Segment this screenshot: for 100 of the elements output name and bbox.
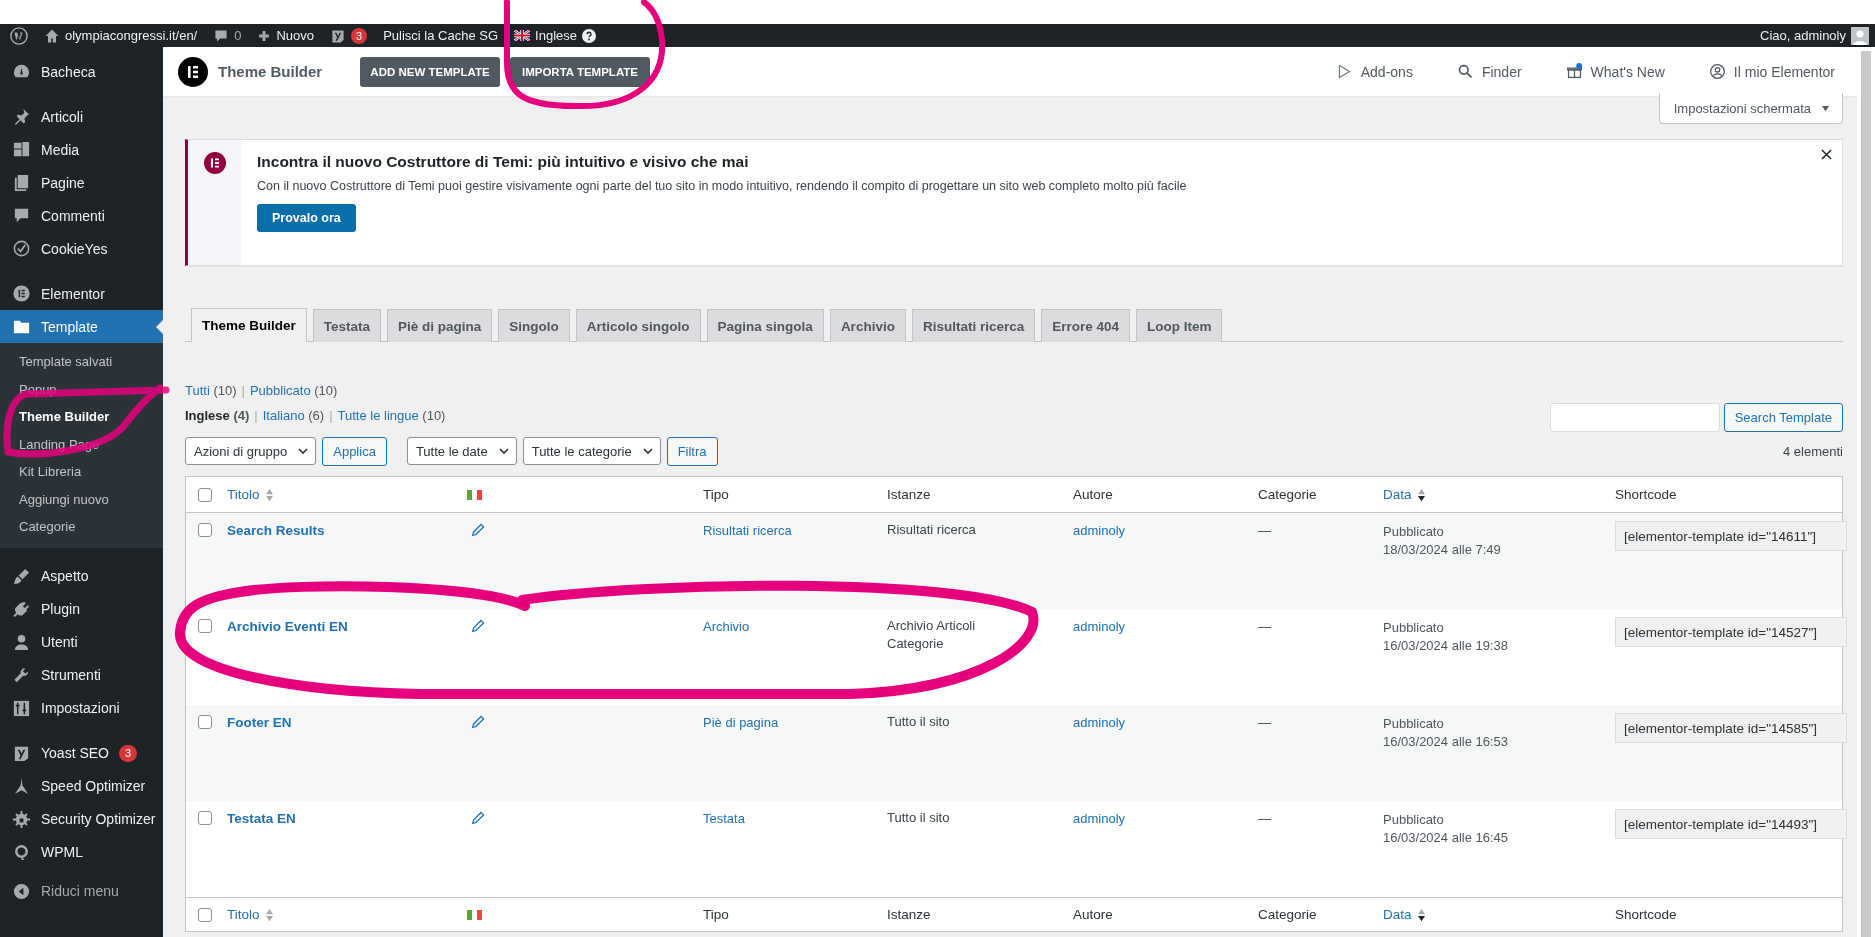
tab[interactable]: Piè di pagina [387, 309, 493, 342]
checkbox[interactable] [198, 715, 212, 729]
comment-count[interactable]: 0 [234, 28, 242, 43]
sidebar-menu-item[interactable]: Yoast SEO 3 [0, 736, 163, 770]
pencil-icon[interactable] [471, 523, 485, 537]
try-now-button[interactable]: Provalo ora [257, 204, 356, 232]
sidebar-menu-item[interactable]: Security Optimizer [0, 802, 163, 836]
chevron-down-icon [641, 445, 654, 457]
sidebar-menu-item[interactable]: Impostazioni [0, 691, 163, 725]
tab[interactable]: Pagina singola [706, 309, 824, 342]
type-link[interactable]: Risultati ricerca [703, 523, 792, 538]
pencil-icon[interactable] [471, 811, 485, 825]
tab[interactable]: Testata [312, 309, 382, 342]
submenu-item[interactable]: Theme Builder [0, 403, 163, 431]
submenu-item[interactable]: Aggiungi nuovo [0, 485, 163, 513]
new-link[interactable]: Nuovo [276, 28, 315, 43]
author-link[interactable]: adminoly [1073, 715, 1126, 730]
submenu-item[interactable]: Kit Libreria [0, 458, 163, 486]
header-button[interactable]: ADD NEW TEMPLATE [360, 56, 500, 87]
column-header[interactable]: Titolo [227, 907, 260, 922]
shortcode-field[interactable]: [elementor-template id="14585"] [1615, 713, 1847, 743]
dropdown[interactable]: Azioni di gruppo [185, 437, 317, 465]
submenu-item[interactable]: Categorie [0, 513, 163, 541]
sidebar-menu-item[interactable]: Bacheca [0, 55, 163, 88]
search-button[interactable]: Search Template [1723, 403, 1843, 432]
sidebar-menu-item[interactable]: Articoli [0, 100, 163, 133]
sidebar-menu-item[interactable]: Commenti [0, 199, 163, 232]
sidebar-menu-item[interactable]: Aspetto [0, 559, 163, 593]
dropdown[interactable]: Tutte le date [406, 437, 517, 465]
template-title-link[interactable]: Testata EN [223, 811, 463, 826]
template-title-link[interactable]: Footer EN [223, 715, 463, 730]
wordpress-logo-icon[interactable] [10, 26, 28, 45]
plus-icon [257, 28, 272, 43]
q-shape-icon [12, 842, 31, 862]
filter-button[interactable]: Filtra [666, 436, 718, 466]
sidebar-menu-item[interactable]: Elementor [0, 277, 163, 310]
sidebar-menu-item[interactable]: Utenti [0, 625, 163, 659]
sidebar-menu-item[interactable]: CookieYes [0, 232, 163, 265]
apply-button[interactable]: Applica [322, 436, 387, 466]
header-button[interactable]: IMPORTA TEMPLATE [510, 56, 650, 87]
header-link[interactable]: Add-ons [1360, 63, 1413, 80]
tab[interactable]: Singolo [498, 309, 570, 342]
column-header[interactable]: Data [1383, 907, 1412, 922]
site-link[interactable]: olympiacongressi.it/en/ [65, 28, 198, 43]
author-link[interactable]: adminoly [1073, 619, 1126, 634]
type-link[interactable]: Archivio [703, 619, 750, 634]
close-icon[interactable] [1821, 149, 1832, 160]
author-link[interactable]: adminoly [1073, 523, 1126, 538]
tab[interactable]: Risultati ricerca [911, 309, 1036, 342]
filter-link[interactable]: Pubblicato (10) [249, 383, 338, 398]
sidebar-menu-item[interactable]: WPML [0, 835, 163, 869]
tab[interactable]: Archivio [829, 309, 906, 342]
search-field[interactable] [1549, 403, 1720, 432]
checkbox[interactable] [198, 907, 212, 922]
sidebar-menu-item[interactable]: Plugin [0, 592, 163, 626]
collapse-menu-button[interactable]: Riduci menu [0, 874, 163, 908]
shortcode-field[interactable]: [elementor-template id="14527"] [1615, 617, 1847, 647]
checkbox[interactable] [198, 811, 212, 825]
tab[interactable]: Loop Item [1136, 309, 1223, 342]
comment-icon [213, 27, 230, 44]
header-link[interactable]: What's New [1590, 63, 1665, 80]
checkbox[interactable] [198, 487, 212, 502]
type-link[interactable]: Testata [703, 811, 745, 826]
author-link[interactable]: adminoly [1073, 811, 1126, 826]
sidebar-menu-item[interactable]: Speed Optimizer [0, 769, 163, 803]
tab[interactable]: Theme Builder [191, 308, 307, 342]
cache-link[interactable]: Pulisci la Cache SG [383, 28, 499, 43]
pencil-icon[interactable] [471, 619, 485, 633]
filter-link[interactable]: Italiano (6) [262, 408, 325, 423]
sidebar-menu-item[interactable]: Media [0, 133, 163, 166]
header-link[interactable]: Il mio Elementor [1733, 63, 1835, 80]
sidebar-menu-item[interactable]: Strumenti [0, 658, 163, 692]
template-title-link[interactable]: Search Results [223, 523, 463, 538]
table-cell-text: — [1257, 715, 1272, 730]
type-link[interactable]: Piè di pagina [703, 715, 779, 730]
table-cell-text: Tutto il sito [886, 713, 951, 731]
filter-link[interactable]: Tutti (10) [185, 383, 237, 398]
sidebar-menu-item[interactable]: Pagine [0, 166, 163, 199]
checkbox[interactable] [198, 523, 212, 537]
sidebar-menu-item[interactable]: Template [0, 310, 163, 343]
checkbox[interactable] [198, 619, 212, 633]
header-link[interactable]: Finder [1481, 63, 1522, 80]
screen-options-button[interactable]: Impostazioni schermata [1658, 93, 1843, 124]
filter-link[interactable]: Inglese (4) [185, 408, 250, 423]
pencil-icon[interactable] [471, 715, 485, 729]
dropdown[interactable]: Tutte le categorie [522, 437, 661, 465]
filter-link[interactable]: Tutte le lingue (10) [337, 408, 446, 423]
greeting-text[interactable]: Ciao, adminoly [1760, 28, 1846, 43]
submenu-item[interactable]: Template salvati [0, 348, 163, 376]
shortcode-field[interactable]: [elementor-template id="14493"] [1615, 809, 1847, 839]
language-switcher[interactable]: Inglese [535, 28, 577, 43]
column-header[interactable]: Titolo [227, 487, 260, 502]
template-title-link[interactable]: Archivio Eventi EN [223, 619, 463, 634]
tab[interactable]: Errore 404 [1041, 309, 1130, 342]
table-cell-text: — [1257, 523, 1272, 538]
table-cell-text: Risultati ricerca [886, 521, 977, 539]
column-header[interactable]: Data [1383, 487, 1412, 502]
shortcode-field[interactable]: [elementor-template id="14611"] [1615, 521, 1847, 551]
column-header: Categorie [1258, 487, 1317, 502]
tab[interactable]: Articolo singolo [575, 309, 701, 342]
